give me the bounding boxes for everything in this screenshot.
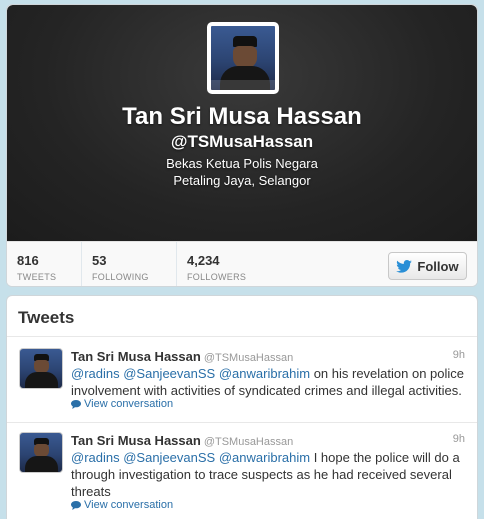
profile-header: Tan Sri Musa Hassan @TSMusaHassan Bekas … bbox=[7, 5, 477, 241]
stat-following-label: FOLLOWING bbox=[92, 272, 149, 282]
tweet-author[interactable]: Tan Sri Musa Hassan bbox=[71, 349, 201, 364]
mention-link[interactable]: @anwaribrahim bbox=[219, 366, 310, 381]
tweet-screen-name[interactable]: @TSMusaHassan bbox=[204, 436, 293, 448]
tweet-header: Tan Sri Musa Hassan @TSMusaHassan bbox=[71, 348, 293, 366]
view-conversation-label: View conversation bbox=[84, 499, 174, 511]
tweet-item[interactable]: Tan Sri Musa Hassan @TSMusaHassan 9h @rad… bbox=[7, 432, 477, 519]
stat-followers[interactable]: 4,234 FOLLOWERS bbox=[176, 242, 286, 286]
speech-bubble-icon bbox=[71, 399, 81, 409]
speech-bubble-icon bbox=[71, 500, 81, 510]
divider bbox=[7, 336, 477, 337]
tweet-time[interactable]: 9h bbox=[453, 349, 465, 361]
follow-button-label: Follow bbox=[417, 258, 459, 274]
profile-stats: 816 TWEETS 53 FOLLOWING 4,234 FOLLOWERS … bbox=[7, 241, 477, 286]
tweet-item[interactable]: Tan Sri Musa Hassan @TSMusaHassan 9h @rad… bbox=[7, 348, 477, 428]
profile-location: Petaling Jaya, Selangor bbox=[173, 173, 311, 188]
tweet-header: Tan Sri Musa Hassan @TSMusaHassan bbox=[71, 432, 293, 450]
stat-tweets-label: TWEETS bbox=[17, 272, 57, 282]
follow-button[interactable]: Follow bbox=[388, 252, 467, 280]
stat-following[interactable]: 53 FOLLOWING bbox=[81, 242, 176, 286]
tweet-author[interactable]: Tan Sri Musa Hassan bbox=[71, 433, 201, 448]
view-conversation-link[interactable]: View conversation bbox=[71, 499, 173, 511]
profile-name: Tan Sri Musa Hassan bbox=[122, 103, 362, 130]
tweets-title: Tweets bbox=[18, 308, 75, 327]
mention-link[interactable]: @radins bbox=[71, 366, 120, 381]
stat-followers-label: FOLLOWERS bbox=[187, 272, 247, 282]
stat-following-count: 53 bbox=[92, 253, 107, 268]
divider bbox=[7, 422, 477, 423]
stat-followers-count: 4,234 bbox=[187, 253, 220, 268]
twitter-bird-icon bbox=[396, 259, 413, 273]
tweet-time[interactable]: 9h bbox=[453, 433, 465, 445]
mention-link[interactable]: @SanjeevanSS bbox=[123, 450, 215, 465]
profile-avatar[interactable] bbox=[207, 22, 279, 94]
view-conversation-link[interactable]: View conversation bbox=[71, 398, 173, 410]
profile-card: Tan Sri Musa Hassan @TSMusaHassan Bekas … bbox=[6, 4, 478, 287]
mention-link[interactable]: @SanjeevanSS bbox=[123, 366, 215, 381]
stat-tweets[interactable]: 816 TWEETS bbox=[7, 242, 81, 286]
tweets-card: Tweets Tan Sri Musa Hassan @TSMusaHassan … bbox=[6, 295, 478, 519]
profile-bio: Bekas Ketua Polis Negara bbox=[166, 156, 318, 171]
stat-tweets-count: 816 bbox=[17, 253, 39, 268]
profile-handle: @TSMusaHassan bbox=[170, 132, 314, 151]
avatar[interactable] bbox=[19, 348, 63, 389]
tweet-text: @radins @SanjeevanSS @anwaribrahim I hop… bbox=[71, 449, 469, 500]
mention-link[interactable]: @radins bbox=[71, 450, 120, 465]
avatar[interactable] bbox=[19, 432, 63, 473]
mention-link[interactable]: @anwaribrahim bbox=[219, 450, 310, 465]
tweet-screen-name[interactable]: @TSMusaHassan bbox=[204, 352, 293, 364]
tweet-text: @radins @SanjeevanSS @anwaribrahim on hi… bbox=[71, 365, 469, 399]
view-conversation-label: View conversation bbox=[84, 398, 174, 410]
